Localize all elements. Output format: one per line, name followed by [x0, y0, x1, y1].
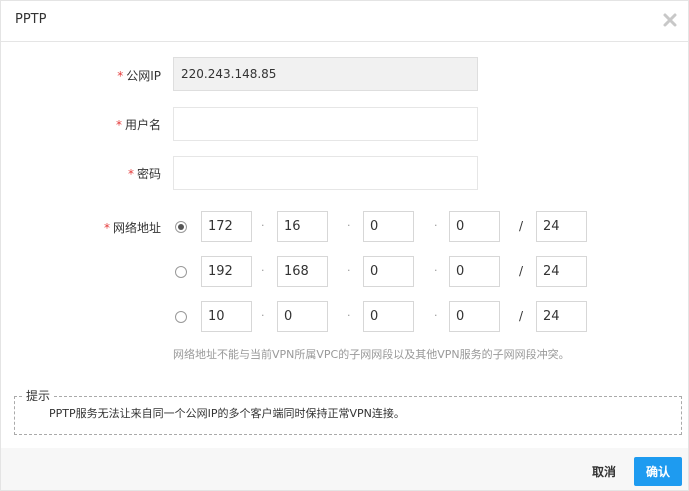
tip-title: 提示 — [24, 387, 53, 404]
dialog-footer: 取消 确认 — [1, 448, 688, 490]
octet-separator: · — [347, 264, 351, 277]
dialog-title: PPTP — [15, 12, 47, 27]
required-mark: * — [103, 221, 110, 235]
required-mark: * — [117, 69, 124, 83]
network-mask-input[interactable] — [536, 256, 587, 287]
mask-slash: / — [519, 264, 524, 278]
network-octet-input[interactable] — [277, 301, 328, 332]
octet-separator: · — [261, 264, 265, 277]
network-option-radio[interactable] — [175, 221, 187, 233]
mask-slash: / — [519, 309, 524, 323]
octet-separator: · — [434, 219, 438, 232]
network-address-label: * 网络地址 — [103, 221, 161, 235]
username-input[interactable] — [173, 107, 478, 141]
octet-separator: · — [434, 309, 438, 322]
tip-text: PPTP服务无法让来自同一个公网IP的多个客户端同时保持正常VPN连接。 — [49, 407, 405, 420]
network-octet-input[interactable] — [201, 256, 252, 287]
network-octet-input[interactable] — [277, 256, 328, 287]
required-mark: * — [127, 167, 134, 181]
network-option-radio[interactable] — [175, 266, 187, 278]
network-octet-input[interactable] — [449, 256, 500, 287]
network-octet-input[interactable] — [363, 301, 414, 332]
mask-slash: / — [519, 219, 524, 233]
password-input[interactable] — [173, 156, 478, 190]
octet-separator: · — [347, 309, 351, 322]
network-option-radio[interactable] — [175, 311, 187, 323]
close-icon[interactable] — [662, 12, 678, 28]
network-octet-input[interactable] — [363, 256, 414, 287]
network-octet-input[interactable] — [449, 211, 500, 242]
confirm-button[interactable]: 确认 — [634, 457, 682, 486]
pptp-dialog: PPTP *公网IP *用户名 *密码 *网络地址 · · · / · · · … — [0, 0, 689, 491]
public-ip-field — [173, 57, 478, 91]
network-octet-input[interactable] — [201, 301, 252, 332]
network-octet-input[interactable] — [201, 211, 252, 242]
required-mark: * — [115, 118, 122, 132]
octet-separator: · — [434, 264, 438, 277]
octet-separator: · — [347, 219, 351, 232]
network-octet-input[interactable] — [363, 211, 414, 242]
octet-separator: · — [261, 309, 265, 322]
network-octet-input[interactable] — [449, 301, 500, 332]
network-octet-input[interactable] — [277, 211, 328, 242]
network-mask-input[interactable] — [536, 211, 587, 242]
cancel-button[interactable]: 取消 — [581, 462, 627, 480]
network-conflict-hint: 网络地址不能与当前VPN所属VPC的子网网段以及其他VPN服务的子网网段冲突。 — [173, 348, 570, 361]
dialog-header: PPTP — [1, 1, 688, 42]
network-mask-input[interactable] — [536, 301, 587, 332]
password-label: * 密码 — [127, 167, 161, 181]
username-label: * 用户名 — [115, 118, 161, 132]
octet-separator: · — [261, 219, 265, 232]
public-ip-label: * 公网IP — [117, 69, 161, 83]
